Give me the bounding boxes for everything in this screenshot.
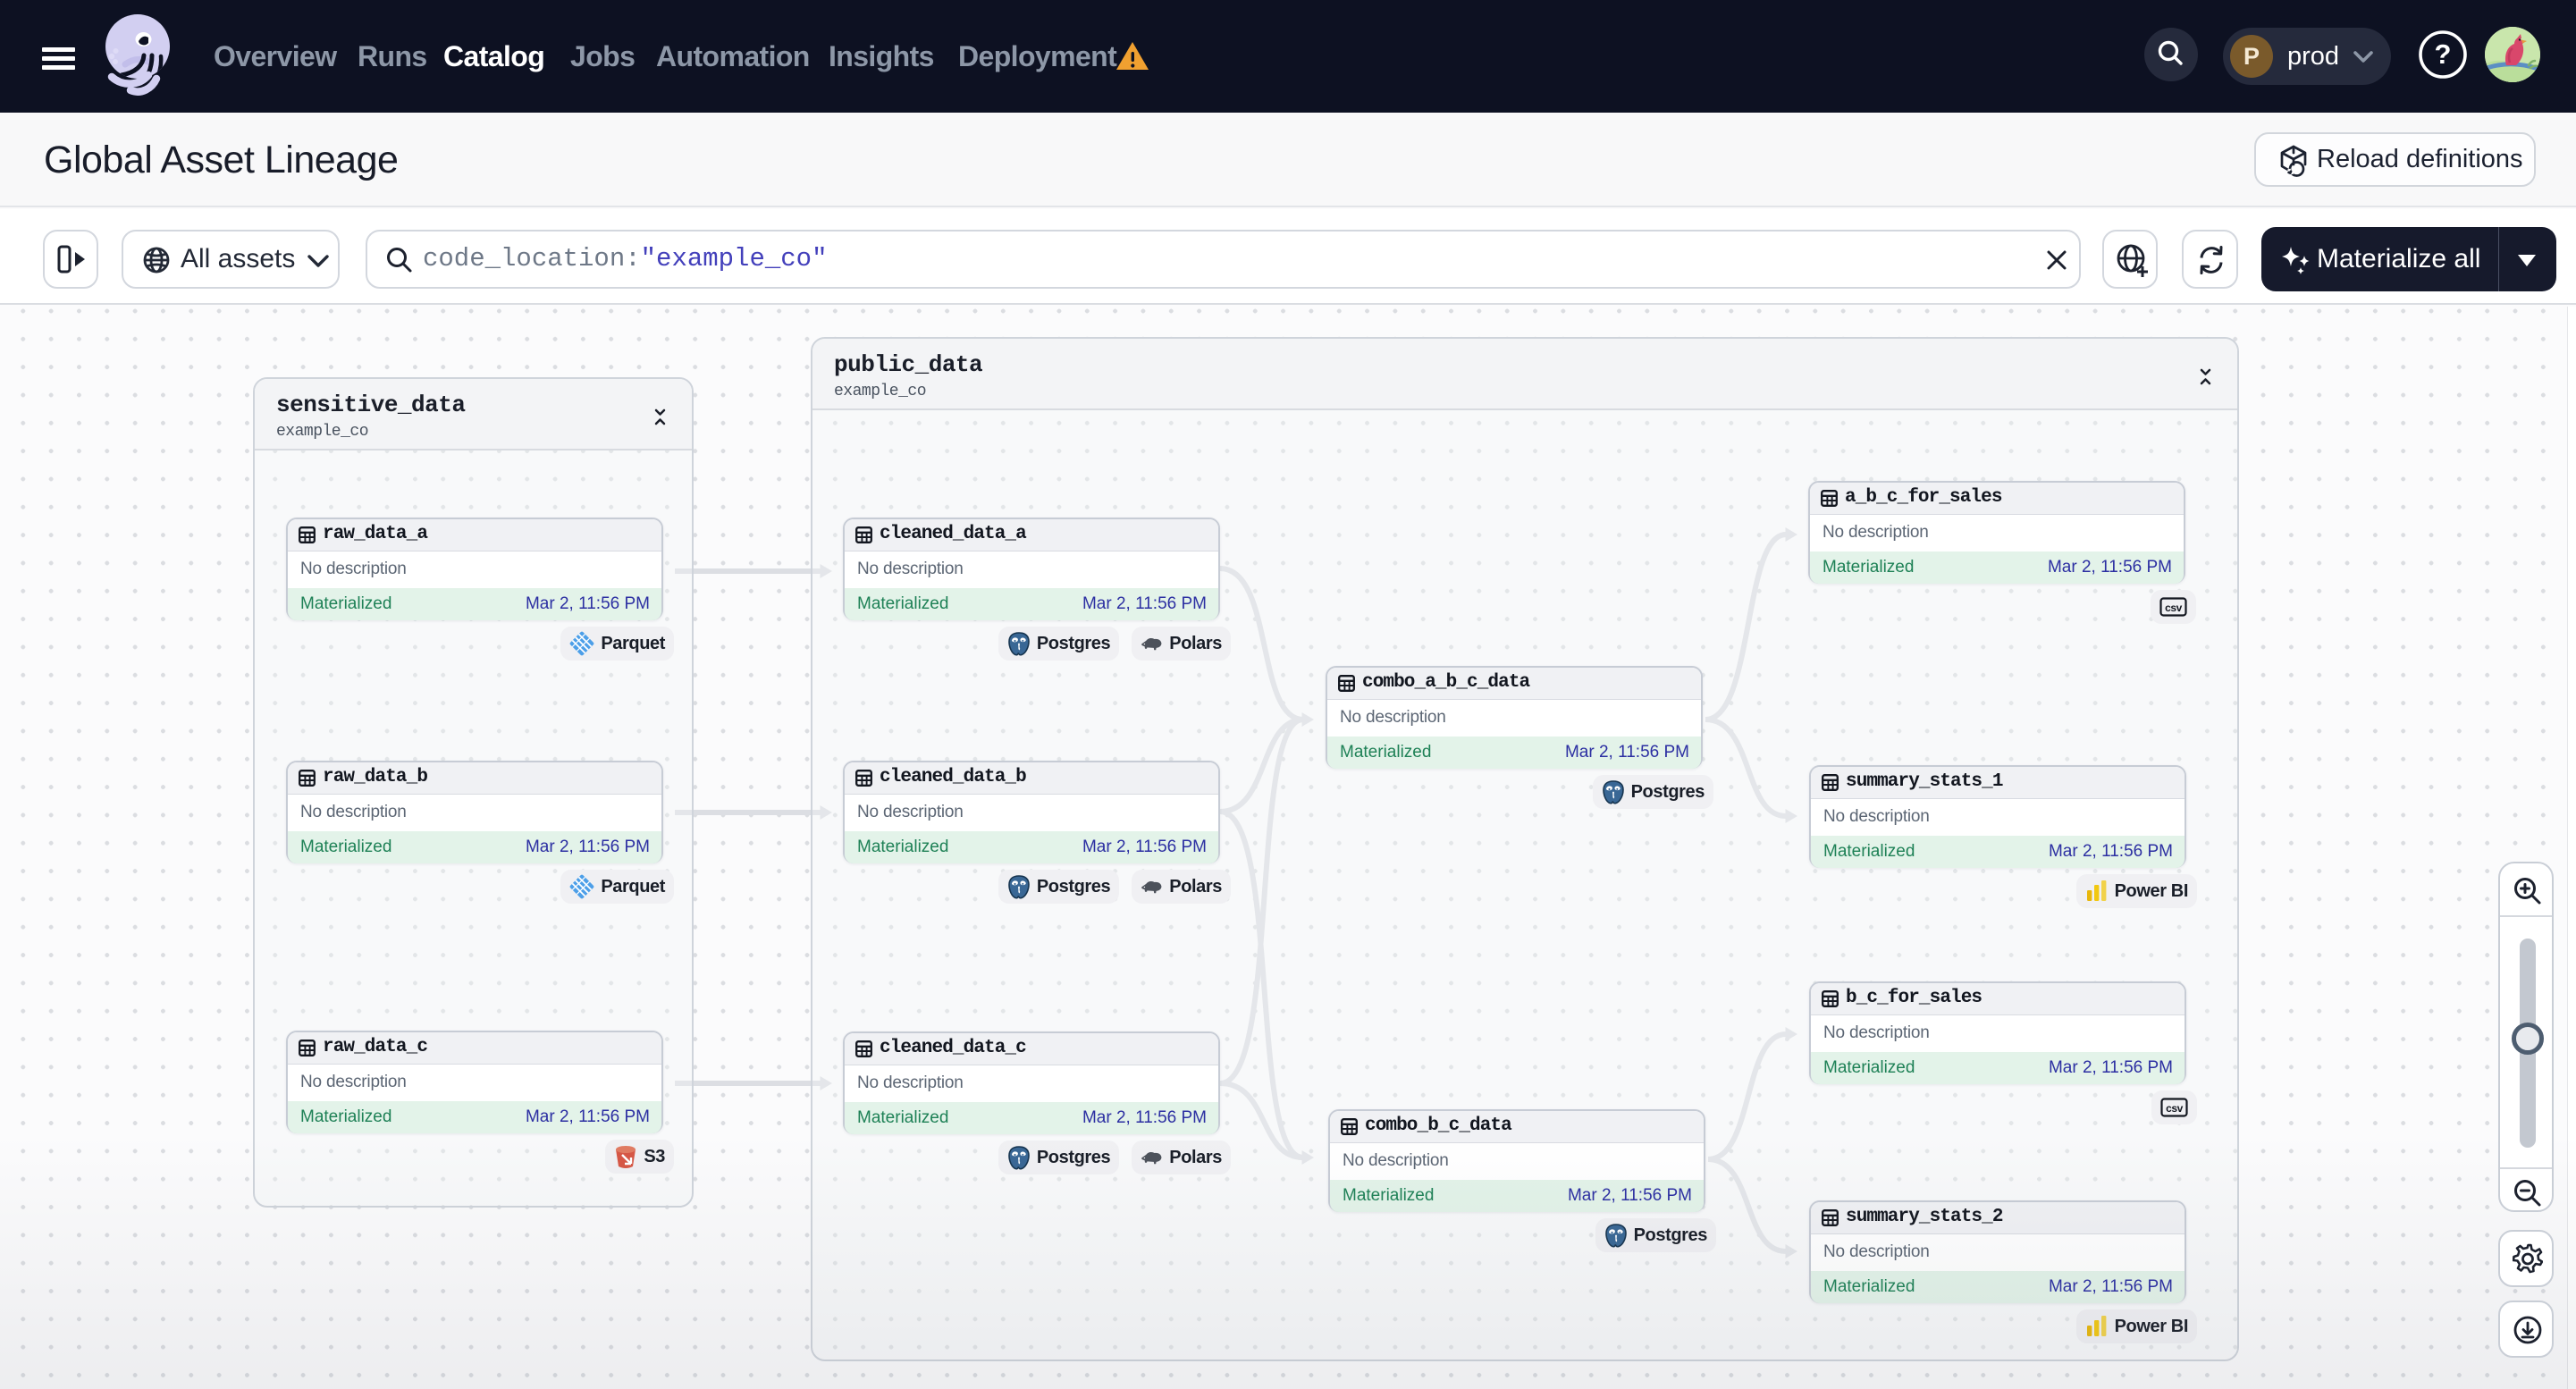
svg-text:csv: csv [2166, 1102, 2184, 1115]
svg-text:csv: csv [2165, 602, 2183, 614]
